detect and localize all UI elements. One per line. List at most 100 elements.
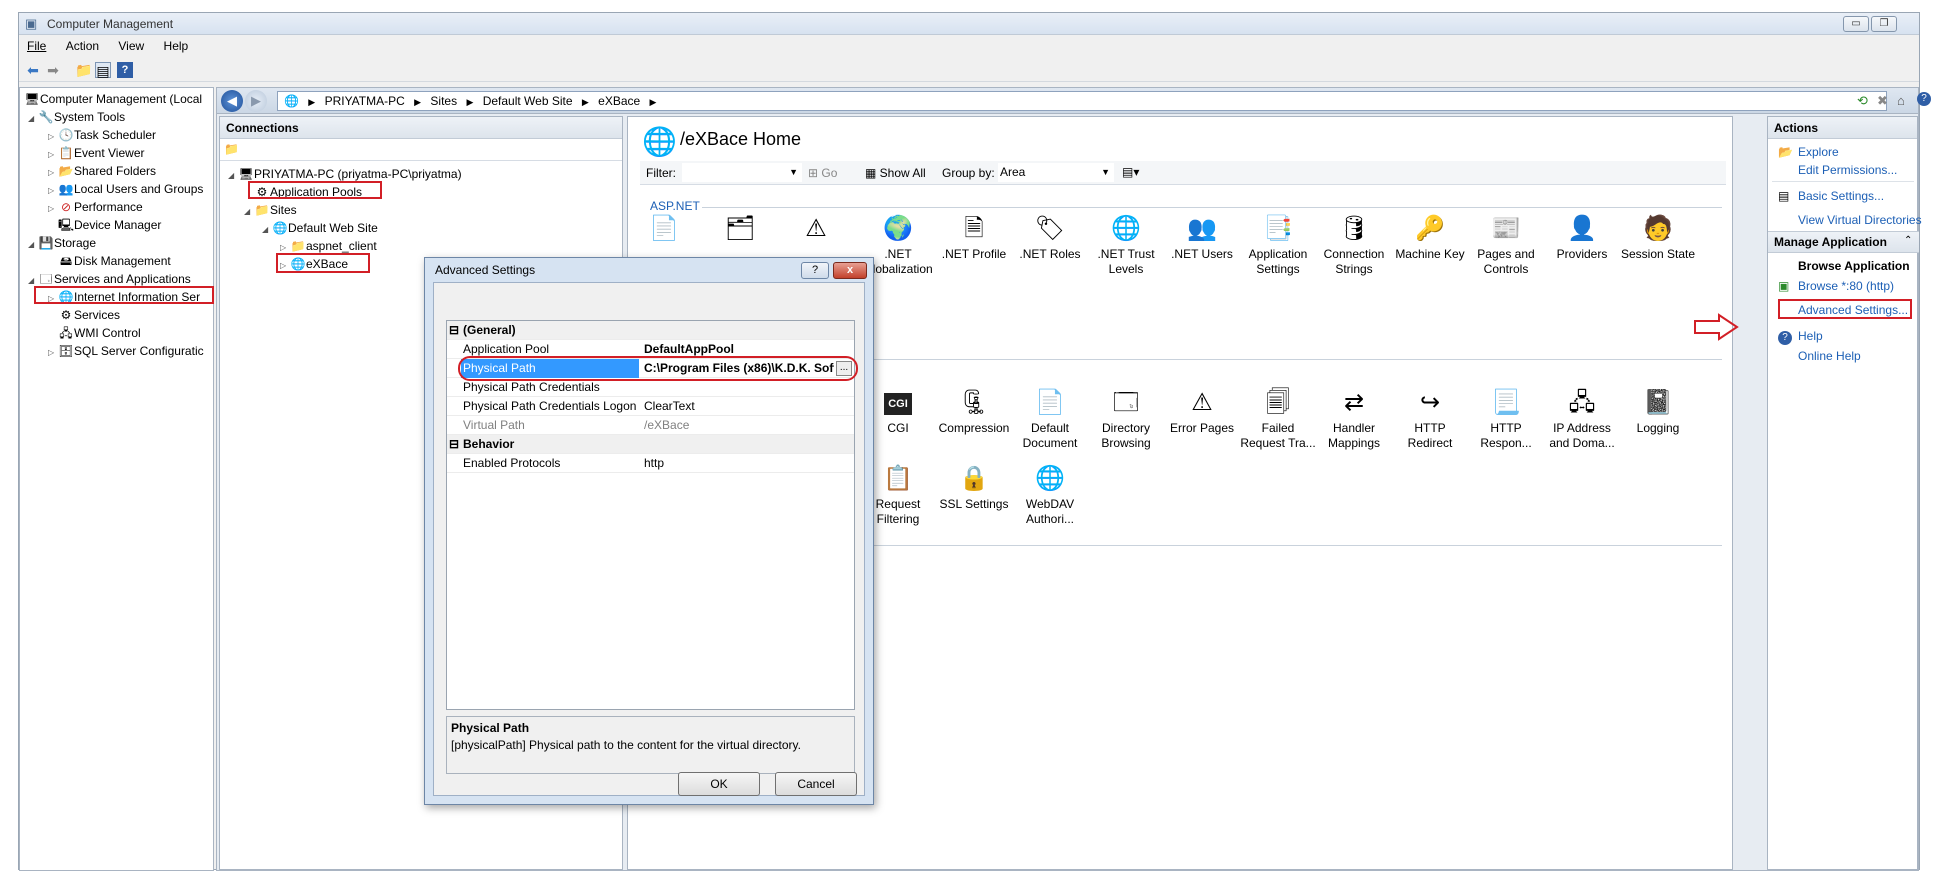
menu-view[interactable]: View: [110, 36, 152, 56]
filter-label: Filter:: [646, 166, 676, 180]
collapse-box-icon[interactable]: ⊟: [449, 321, 459, 340]
action-edit-permissions[interactable]: Edit Permissions...: [1798, 161, 1897, 179]
expand-arrow-icon[interactable]: ▷: [48, 200, 58, 218]
breadcrumb-priyatma-pc[interactable]: PRIYATMA-PC: [325, 94, 405, 108]
filter-input[interactable]: ▼: [682, 163, 802, 182]
tree-item-task-scheduler[interactable]: ▷ 🕓Task Scheduler: [48, 126, 156, 144]
breadcrumb-sites[interactable]: Sites: [430, 94, 457, 108]
action-browse-80[interactable]: ▣ Browse *:80 (http): [1778, 277, 1894, 295]
tree-item-wmi-control[interactable]: 🖧WMI Control: [58, 324, 140, 342]
grid-category-behavior[interactable]: ⊟ Behavior: [447, 435, 854, 454]
tree-item-storage[interactable]: ◢ 💾Storage: [28, 234, 96, 252]
address-bar[interactable]: 🌐 ▶ PRIYATMA-PC ▶ Sites ▶ Default Web Si…: [277, 91, 1887, 111]
tree-item-sql-server-config[interactable]: ▷ 🗄SQL Server Configuratic: [48, 342, 204, 360]
feature-http-response[interactable]: 📃 HTTP Respon...: [1468, 387, 1544, 451]
up-folder-icon[interactable]: 📁: [75, 62, 92, 78]
forward-button-icon[interactable]: ▶: [245, 90, 267, 112]
feature-directory-browsing[interactable]: 🗔 Directory Browsing: [1088, 387, 1164, 451]
tree-item-event-viewer[interactable]: ▷ 📋Event Viewer: [48, 144, 144, 162]
action-online-help[interactable]: Online Help: [1798, 347, 1861, 365]
tree-item-label: Storage: [54, 236, 97, 250]
grid-row-enabled-protocols[interactable]: Enabled Protocols http: [447, 454, 854, 473]
dialog-help-button[interactable]: ?: [801, 262, 829, 279]
dialog-close-button[interactable]: x: [833, 262, 867, 279]
feature-application-settings[interactable]: 📑 Application Settings: [1240, 213, 1316, 277]
collapse-arrow-icon[interactable]: ◢: [28, 236, 38, 254]
forward-arrow-icon[interactable]: ➡: [45, 62, 61, 78]
menu-action[interactable]: Action: [58, 36, 107, 56]
expand-arrow-icon[interactable]: ▷: [48, 344, 58, 362]
back-button-icon[interactable]: ◀: [221, 90, 243, 112]
grid-row-credentials-logon[interactable]: Physical Path Credentials Logon 1 ClearTe…: [447, 397, 854, 416]
back-arrow-icon[interactable]: ⬅: [25, 62, 41, 78]
feature-partial-2[interactable]: 🗂: [702, 213, 778, 247]
ok-button[interactable]: OK: [678, 772, 760, 796]
refresh-icon[interactable]: ⟲: [1857, 93, 1868, 109]
minimize-button[interactable]: ▭: [1843, 16, 1869, 32]
help-icon[interactable]: ?: [117, 62, 133, 78]
home-icon[interactable]: ⌂: [1897, 93, 1905, 108]
collapse-arrow-icon[interactable]: ◢: [228, 167, 238, 185]
action-basic-settings[interactable]: ▤ Basic Settings...: [1778, 187, 1884, 205]
feature-error-pages[interactable]: ⚠ Error Pages: [1164, 387, 1240, 436]
action-view-virtual-dirs[interactable]: View Virtual Directories: [1798, 211, 1922, 229]
tree-item-services[interactable]: ⚙ Services: [58, 306, 120, 324]
breadcrumb-exbace[interactable]: eXBace: [598, 94, 640, 108]
tree-item-label: SQL Server Configuratic: [74, 344, 204, 358]
feature-session-state[interactable]: 🧑 Session State: [1620, 213, 1696, 262]
collapse-icon[interactable]: ⌃: [1904, 235, 1912, 246]
tree-item-system-tools[interactable]: ◢ 🔧System Tools: [28, 108, 125, 126]
feature-compression[interactable]: 🗜 Compression: [936, 387, 1012, 436]
breadcrumb-default-web-site[interactable]: Default Web Site: [483, 94, 573, 108]
conn-tree-sites[interactable]: ◢ 📁Sites: [244, 201, 297, 219]
feature-providers[interactable]: 👤 Providers: [1544, 213, 1620, 262]
menu-file[interactable]: File: [19, 36, 54, 56]
feature-failed-request-tracing[interactable]: 🗐 Failed Request Tra...: [1240, 387, 1316, 451]
feature-handler-mappings[interactable]: ⇄ Handler Mappings: [1316, 387, 1392, 451]
feature-net-trust-levels[interactable]: 🌐 .NET Trust Levels: [1088, 213, 1164, 277]
feature-net-roles[interactable]: 🏷 .NET Roles: [1012, 213, 1088, 262]
feature-ip-address[interactable]: 🖧 IP Address and Doma...: [1544, 387, 1620, 451]
action-help[interactable]: ? Help: [1778, 327, 1823, 345]
feature-net-users[interactable]: 👥 .NET Users: [1164, 213, 1240, 262]
go-button[interactable]: ⊞ Go: [808, 166, 837, 180]
add-connection-icon[interactable]: 📁: [224, 142, 239, 156]
view-mode-icon[interactable]: ▤▾: [1122, 165, 1139, 179]
grid-row-virtual-path[interactable]: Virtual Path/eXBace: [447, 416, 854, 435]
logging-icon: 📓: [1643, 389, 1673, 416]
feature-logging[interactable]: 📓 Logging: [1620, 387, 1696, 436]
tree-item-performance[interactable]: ▷ ⊘ Performance: [48, 198, 143, 216]
restore-button[interactable]: ❐: [1871, 16, 1897, 32]
tree-item-disk-management[interactable]: 🖴 Disk Management: [58, 252, 171, 270]
tree-item-computer-management[interactable]: 🖥Computer Management (Local: [24, 90, 202, 108]
help-icon[interactable]: ?: [1917, 92, 1931, 106]
collapse-arrow-icon[interactable]: ◢: [262, 221, 272, 239]
tree-item-device-manager[interactable]: 🖳Device Manager: [58, 216, 161, 234]
tree-item-label: Performance: [74, 200, 143, 214]
feature-machine-key[interactable]: 🔑 Machine Key: [1392, 213, 1468, 262]
profile-icon: 🗎: [964, 215, 984, 242]
feature-pages-and-controls[interactable]: 📰 Pages and Controls: [1468, 213, 1544, 277]
grid-category-general[interactable]: ⊟ (General): [447, 321, 854, 340]
action-explore[interactable]: 📂 Explore: [1778, 143, 1839, 161]
feature-default-document[interactable]: 📄 Default Document: [1012, 387, 1088, 451]
menu-help[interactable]: Help: [156, 36, 197, 56]
cancel-button[interactable]: Cancel: [775, 772, 857, 796]
tree-item-shared-folders[interactable]: ▷ 📂Shared Folders: [48, 162, 156, 180]
conn-tree-default-web-site[interactable]: ◢ 🌐Default Web Site: [262, 219, 378, 237]
group-by-select[interactable]: Area ▼: [998, 163, 1114, 182]
collapse-arrow-icon[interactable]: ◢: [28, 110, 38, 128]
collapse-arrow-icon[interactable]: ◢: [244, 203, 254, 221]
feature-partial-3[interactable]: ⚠: [778, 213, 854, 247]
show-all-button[interactable]: ▦ Show All: [865, 166, 926, 180]
feature-ssl-settings[interactable]: 🔒 SSL Settings: [936, 463, 1012, 512]
feature-webdav-authoring[interactable]: 🌐 WebDAV Authori...: [1012, 463, 1088, 527]
feature-http-redirect[interactable]: ↪ HTTP Redirect: [1392, 387, 1468, 451]
tree-item-local-users[interactable]: ▷ 👥Local Users and Groups: [48, 180, 203, 198]
feature-partial-1[interactable]: 📄: [626, 213, 702, 247]
feature-connection-strings[interactable]: 🛢 Connection Strings: [1316, 213, 1392, 277]
collapse-box-icon[interactable]: ⊟: [449, 435, 459, 454]
feature-net-profile[interactable]: 🗎 .NET Profile: [936, 213, 1012, 262]
stop-icon[interactable]: ✖: [1877, 93, 1888, 109]
show-hide-tree-icon[interactable]: ▤: [95, 62, 111, 79]
